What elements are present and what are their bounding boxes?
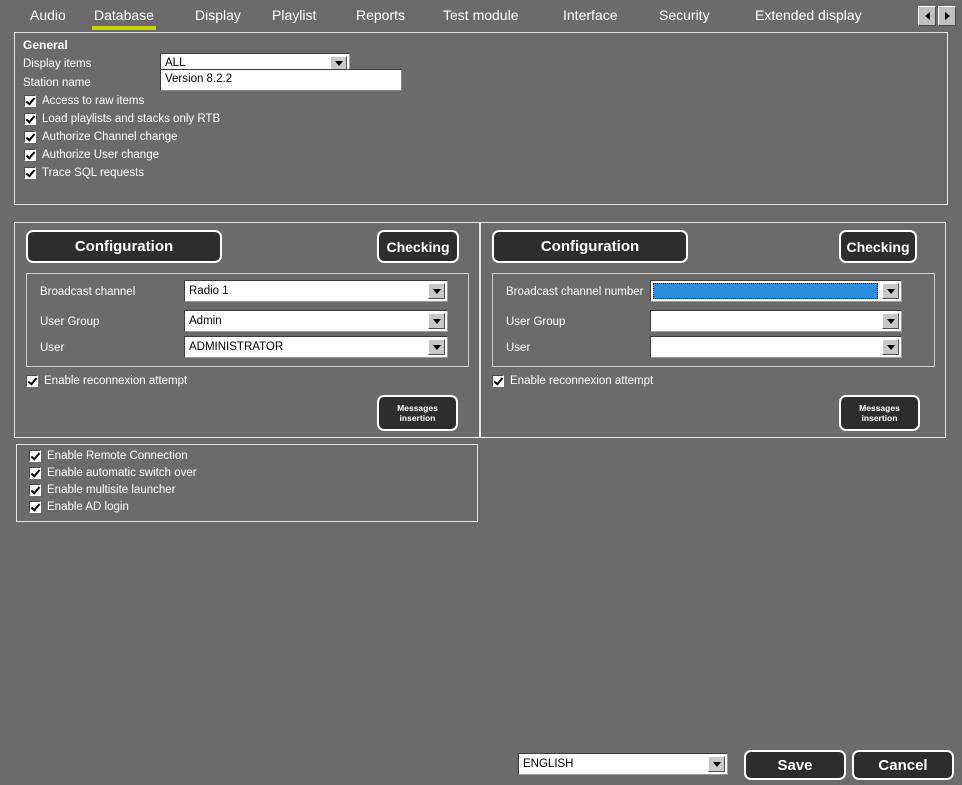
language-combo[interactable]: ENGLISH	[518, 753, 728, 775]
checkbox-label: Enable automatic switch over	[47, 467, 197, 479]
left-configuration-button[interactable]: Configuration	[26, 230, 222, 263]
checkbox-label: Load playlists and stacks only RTB	[42, 113, 221, 125]
left-user-label: User	[40, 342, 65, 354]
left-user-group-label: User Group	[40, 316, 100, 328]
right-user-group-combo[interactable]	[650, 310, 902, 332]
tab-security[interactable]: Security	[657, 6, 712, 26]
checkbox-box[interactable]	[24, 149, 36, 161]
checkbox-trace-sql-requests[interactable]: Trace SQL requests	[24, 167, 144, 179]
right-user-label: User	[506, 342, 531, 354]
left-enable-reconnexion-checkbox[interactable]: Enable reconnexion attempt	[26, 375, 187, 387]
tab-nav-arrows	[918, 6, 958, 26]
options-panel: Enable Remote Connection Enable automati…	[16, 444, 478, 522]
checkbox-label: Enable AD login	[47, 501, 129, 513]
left-user-combo[interactable]: ADMINISTRATOR	[184, 336, 448, 358]
save-button[interactable]: Save	[744, 750, 846, 780]
right-user-group-value	[651, 311, 880, 331]
chevron-down-icon[interactable]	[882, 339, 899, 355]
display-items-label: Display items	[23, 58, 92, 70]
tab-extended-display[interactable]: Extended display	[753, 6, 864, 26]
chevron-down-icon[interactable]	[428, 339, 445, 355]
left-user-value: ADMINISTRATOR	[189, 341, 284, 353]
right-broadcast-channel-number-combo[interactable]	[650, 280, 902, 302]
tab-audio[interactable]: Audio	[28, 6, 68, 26]
checkbox-box[interactable]	[29, 467, 41, 479]
checkbox-enable-automatic-switch-over[interactable]: Enable automatic switch over	[29, 467, 197, 479]
left-broadcast-channel-label: Broadcast channel	[40, 286, 136, 298]
general-panel: General Display items ALL Station name V…	[14, 32, 948, 205]
right-user-group-label: User Group	[506, 316, 566, 328]
right-messages-insertion-button[interactable]: Messages insertion	[839, 395, 920, 431]
checkbox-authorize-channel-change[interactable]: Authorize Channel change	[24, 131, 178, 143]
checkbox-enable-ad-login[interactable]: Enable AD login	[29, 501, 129, 513]
checkbox-authorize-user-change[interactable]: Authorize User change	[24, 149, 159, 161]
left-broadcast-channel-value: Radio 1	[189, 285, 229, 297]
tab-bar: Audio Database Display Playlist Reports …	[0, 0, 962, 30]
checkbox-label: Enable multisite launcher	[47, 484, 176, 496]
chevron-down-icon[interactable]	[330, 56, 347, 70]
checkbox-box[interactable]	[492, 375, 504, 387]
right-broadcast-channel-number-value	[653, 283, 878, 299]
station-name-input[interactable]: Version 8.2.2	[160, 69, 402, 91]
checkbox-box[interactable]	[29, 450, 41, 462]
chevron-left-icon[interactable]	[918, 6, 936, 26]
left-user-group-value: Admin	[189, 315, 222, 327]
checkbox-enable-multisite-launcher[interactable]: Enable multisite launcher	[29, 484, 176, 496]
right-checking-button[interactable]: Checking	[839, 230, 917, 263]
left-broadcast-channel-combo[interactable]: Radio 1	[184, 280, 448, 302]
right-user-value	[651, 337, 880, 357]
checkbox-box[interactable]	[24, 131, 36, 143]
right-broadcast-channel-number-label: Broadcast channel number	[506, 286, 644, 298]
cancel-button[interactable]: Cancel	[852, 750, 954, 780]
checkbox-box[interactable]	[29, 484, 41, 496]
right-enable-reconnexion-checkbox[interactable]: Enable reconnexion attempt	[492, 375, 653, 387]
left-checking-button[interactable]: Checking	[377, 230, 459, 263]
station-name-label: Station name	[23, 77, 91, 89]
right-config-panel: Configuration Checking Broadcast channel…	[480, 222, 946, 438]
chevron-down-icon[interactable]	[428, 313, 445, 329]
chevron-down-icon[interactable]	[708, 756, 725, 772]
right-configuration-button[interactable]: Configuration	[492, 230, 688, 263]
left-messages-insertion-button[interactable]: Messages insertion	[377, 395, 458, 431]
checkbox-label: Enable Remote Connection	[47, 450, 188, 462]
chevron-down-icon[interactable]	[882, 283, 899, 299]
tab-interface[interactable]: Interface	[561, 6, 619, 26]
checkbox-label: Enable reconnexion attempt	[510, 375, 654, 387]
left-fields-group: Broadcast channel Radio 1 User Group Adm…	[26, 273, 469, 367]
tab-playlist[interactable]: Playlist	[270, 6, 318, 26]
checkbox-box[interactable]	[26, 375, 38, 387]
checkbox-label: Access to raw items	[42, 95, 145, 107]
tab-display[interactable]: Display	[193, 6, 243, 26]
checkbox-label: Authorize Channel change	[42, 131, 178, 143]
right-user-combo[interactable]	[650, 336, 902, 358]
left-config-panel: Configuration Checking Broadcast channel…	[14, 222, 480, 438]
checkbox-enable-remote-connection[interactable]: Enable Remote Connection	[29, 450, 188, 462]
checkbox-load-playlists-rtb[interactable]: Load playlists and stacks only RTB	[24, 113, 220, 125]
checkbox-box[interactable]	[24, 113, 36, 125]
tab-database[interactable]: Database	[92, 6, 156, 30]
left-user-group-combo[interactable]: Admin	[184, 310, 448, 332]
checkbox-label: Authorize User change	[42, 149, 159, 161]
chevron-right-icon[interactable]	[938, 6, 956, 26]
checkbox-box[interactable]	[24, 167, 36, 179]
checkbox-label: Trace SQL requests	[42, 167, 145, 179]
chevron-down-icon[interactable]	[882, 313, 899, 329]
tab-reports[interactable]: Reports	[354, 6, 407, 26]
tab-test-module[interactable]: Test module	[441, 6, 520, 26]
language-value: ENGLISH	[523, 758, 574, 770]
right-fields-group: Broadcast channel number User Group User	[492, 273, 935, 367]
general-panel-title: General	[23, 38, 68, 52]
checkbox-box[interactable]	[29, 501, 41, 513]
checkbox-access-to-raw-items[interactable]: Access to raw items	[24, 95, 144, 107]
checkbox-box[interactable]	[24, 95, 36, 107]
checkbox-label: Enable reconnexion attempt	[44, 375, 188, 387]
chevron-down-icon[interactable]	[428, 283, 445, 299]
